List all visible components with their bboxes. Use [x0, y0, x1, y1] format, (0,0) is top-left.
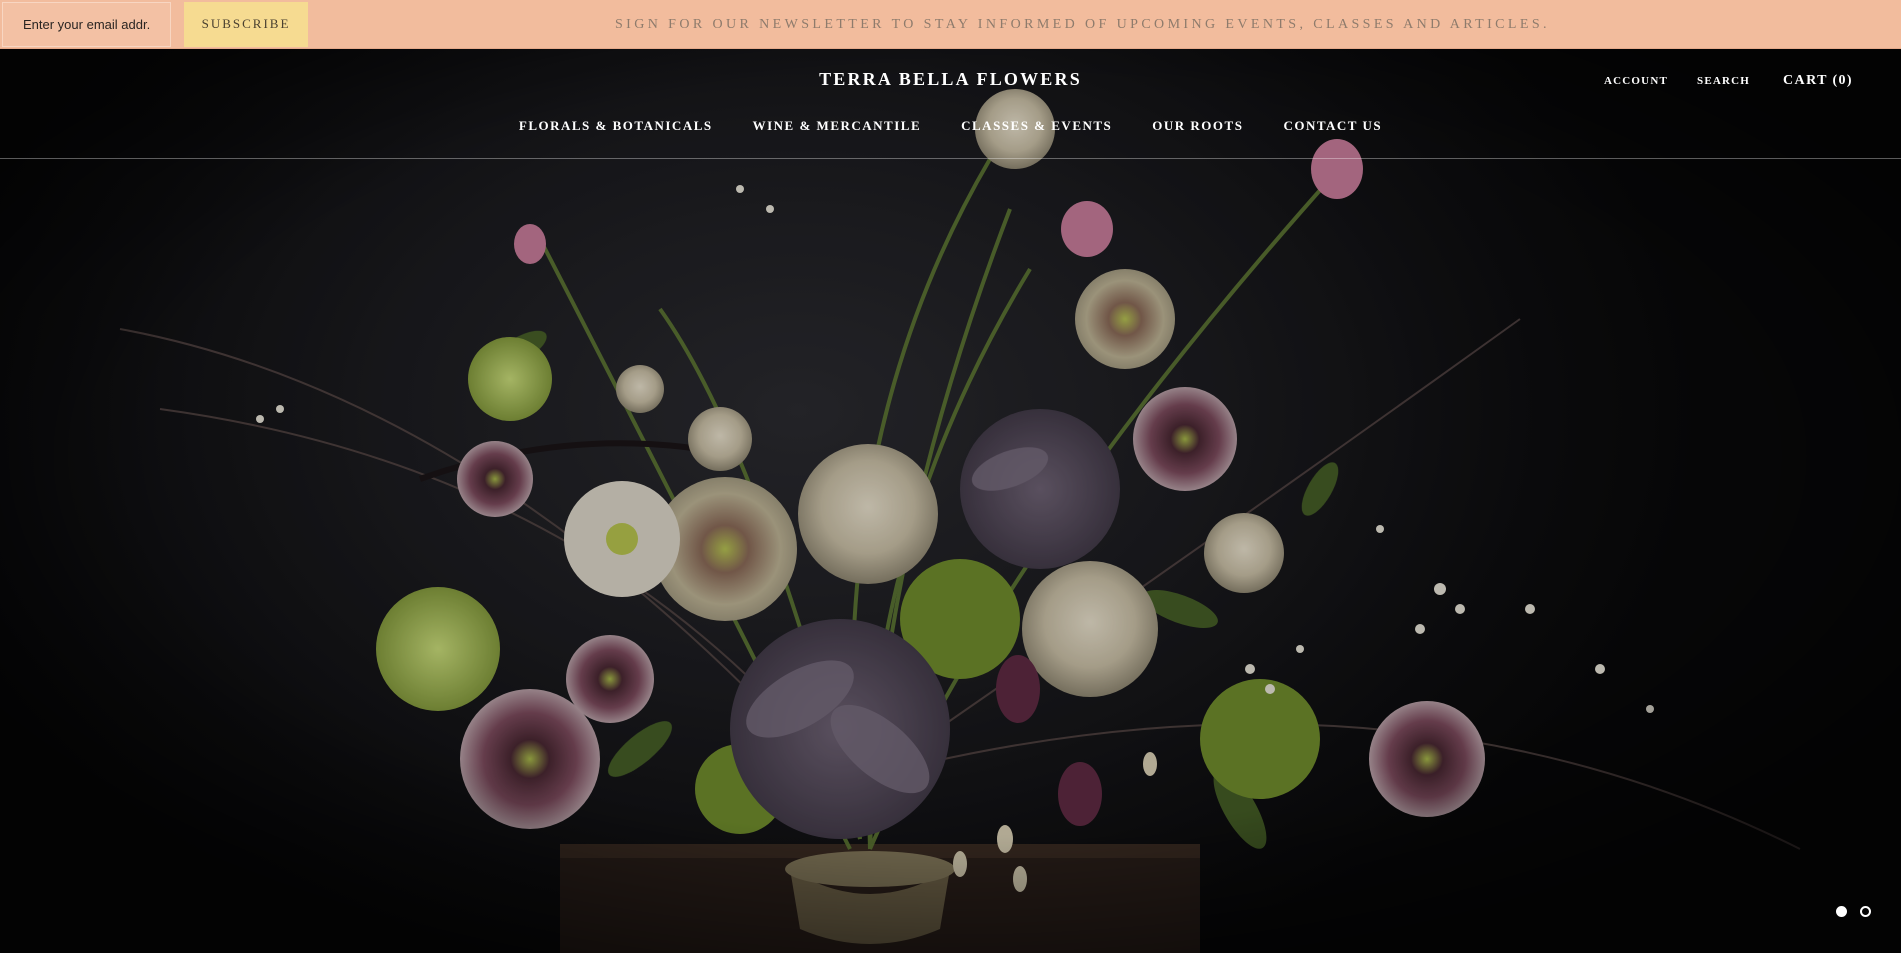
newsletter-email-input[interactable] [2, 1, 171, 47]
hero-floral-image [0, 49, 1901, 953]
nav-item-florals-botanicals[interactable]: FLORALS & BOTANICALS [519, 118, 713, 134]
nav-item-wine-mercantile[interactable]: WINE & MERCANTILE [753, 118, 922, 134]
account-link[interactable]: ACCOUNT [1604, 75, 1668, 87]
nav-item-contact-us[interactable]: CONTACT US [1283, 118, 1382, 134]
nav-item-our-roots[interactable]: OUR ROOTS [1152, 118, 1243, 134]
slide-dot-1[interactable] [1836, 906, 1847, 917]
slide-dot-2[interactable] [1860, 906, 1871, 917]
search-link[interactable]: SEARCH [1697, 75, 1750, 87]
hero-slideshow [0, 49, 1901, 953]
site-header: TERRA BELLA FLOWERS ACCOUNT SEARCH CART … [0, 49, 1901, 159]
newsletter-message: SIGN FOR OUR NEWSLETTER TO STAY INFORMED… [615, 17, 1550, 32]
main-navigation: FLORALS & BOTANICALS WINE & MERCANTILE C… [0, 118, 1901, 134]
newsletter-bar: SUBSCRIBE SIGN FOR OUR NEWSLETTER TO STA… [0, 0, 1901, 49]
header-utility-links: ACCOUNT SEARCH CART (0) [1575, 73, 1853, 89]
nav-item-classes-events[interactable]: CLASSES & EVENTS [961, 118, 1112, 134]
cart-link[interactable]: CART (0) [1783, 73, 1853, 89]
subscribe-button[interactable]: SUBSCRIBE [184, 1, 308, 47]
slideshow-pagination [1836, 906, 1871, 917]
